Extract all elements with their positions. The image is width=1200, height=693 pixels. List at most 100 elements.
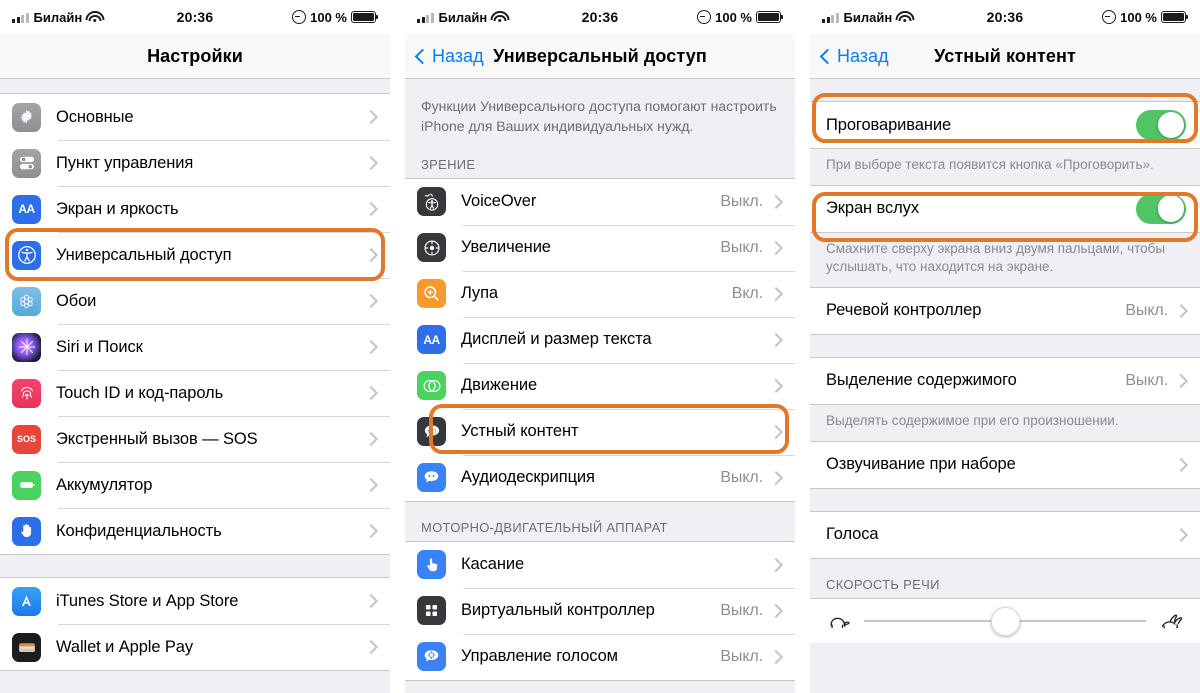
list-item-motion[interactable]: Движение <box>405 362 795 409</box>
sidebar-item-label: Конфиденциальность <box>56 521 222 540</box>
list-item-label: Устный контент <box>461 422 579 441</box>
list-item-typing-feedback[interactable]: Озвучивание при наборе <box>810 441 1200 488</box>
list-item-touch[interactable]: Касание <box>405 541 795 588</box>
back-button[interactable]: Назад <box>819 46 889 67</box>
display-brightness-icon: AA <box>12 194 41 224</box>
chevron-right-icon <box>768 470 784 485</box>
voice-control-icon <box>417 642 446 672</box>
list-item-label: Виртуальный контроллер <box>461 601 655 620</box>
chevron-right-icon <box>1173 527 1189 542</box>
siri-icon <box>12 332 41 362</box>
alarm-lock-icon <box>1102 10 1117 24</box>
list-item-display-text-size[interactable]: AA Дисплей и размер текста <box>405 316 795 363</box>
group-spacer-3a <box>810 334 1200 357</box>
speak-selection-toggle[interactable] <box>1136 110 1186 140</box>
chevron-right-icon <box>768 194 784 209</box>
list-item-speech-controller[interactable]: Речевой контроллер Выкл. <box>810 287 1200 334</box>
motion-icon <box>417 371 446 401</box>
list-item-label: Касание <box>461 555 525 574</box>
highlight-content-group: Выделение содержимого Выкл. <box>810 356 1200 405</box>
svg-text:9□: 9□ <box>428 428 436 435</box>
list-item-magnifier[interactable]: Лупа Вкл. <box>405 270 795 317</box>
list-item-voice-control[interactable]: Управление голосом Выкл. <box>405 633 795 680</box>
panel-accessibility: Билайн 20:36 100 % Назад Универсальный д… <box>405 0 795 693</box>
sidebar-item-label: Touch ID и код-пароль <box>56 383 224 402</box>
sidebar-item-general[interactable]: Основные <box>0 94 390 140</box>
chevron-right-icon <box>363 385 379 401</box>
speech-rate-slider-track[interactable] <box>864 606 1146 636</box>
list-item-label: Движение <box>461 376 538 395</box>
sidebar-item-control-center[interactable]: Пункт управления <box>0 140 390 186</box>
list-item-voices[interactable]: Голоса <box>810 511 1200 558</box>
section-header-speech-rate: СКОРОСТЬ РЕЧИ <box>810 570 1200 598</box>
sidebar-item-label: Пункт управления <box>56 153 194 172</box>
sidebar-item-siri[interactable]: Siri и Поиск <box>0 324 390 370</box>
list-item-audio-description[interactable]: Аудиодескрипция Выкл. <box>405 454 795 501</box>
list-item-spoken-content[interactable]: 9□ Устный контент <box>405 408 795 455</box>
list-item-value: Выкл. <box>720 647 763 665</box>
sidebar-item-label: Обои <box>56 291 97 310</box>
magnifier-icon <box>417 279 446 309</box>
list-item-label: Выделение содержимого <box>826 371 1017 390</box>
alarm-lock-icon <box>292 10 307 24</box>
accessibility-icon <box>12 240 41 270</box>
wallet-icon <box>12 632 41 662</box>
chevron-right-icon <box>768 332 784 347</box>
wifi-icon <box>85 11 105 23</box>
three-panel-screenshot: Билайн 20:36 100 % Настройки Основные Пу… <box>0 0 1200 693</box>
panel-divider-2 <box>795 0 810 693</box>
battery-full-icon <box>756 11 784 23</box>
list-item-label: Дисплей и размер текста <box>461 330 652 349</box>
top-spacer-1 <box>0 79 390 93</box>
carrier-label: Билайн <box>438 9 488 25</box>
zoom-icon <box>417 233 446 263</box>
battery-full-icon <box>1161 11 1189 23</box>
signal-bars-icon <box>822 12 839 23</box>
status-bar-3: Билайн 20:36 100 % <box>810 0 1200 34</box>
footnote-highlight-content: Выделять содержимое при его произношении… <box>810 404 1200 441</box>
hare-icon <box>1158 611 1184 631</box>
list-item-label: Увеличение <box>461 238 551 257</box>
chevron-right-icon <box>1173 303 1189 318</box>
sidebar-item-battery[interactable]: Аккумулятор <box>0 462 390 508</box>
battery-icon <box>12 470 41 500</box>
list-item-switch-control[interactable]: Виртуальный контроллер Выкл. <box>405 587 795 634</box>
group-spacer-3c <box>810 558 1200 571</box>
sidebar-item-itunes-app-store[interactable]: iTunes Store и App Store <box>0 578 390 624</box>
sidebar-item-wallpaper[interactable]: Обои <box>0 278 390 324</box>
chevron-right-icon <box>363 201 379 217</box>
settings-list[interactable]: Основные Пункт управления AA Экран и ярк… <box>0 79 390 693</box>
panel-spoken-content: Билайн 20:36 100 % Назад Устный контент … <box>810 0 1200 693</box>
wallpaper-icon <box>12 286 41 316</box>
speech-rate-slider-knob[interactable] <box>990 606 1020 636</box>
nav-bar-3: Назад Устный контент <box>810 34 1200 79</box>
accessibility-list[interactable]: Функции Универсального доступа помогают … <box>405 79 795 693</box>
wifi-icon <box>895 11 915 23</box>
sidebar-item-touch-id[interactable]: Touch ID и код-пароль <box>0 370 390 416</box>
carrier-label: Билайн <box>33 9 83 25</box>
list-item-label: Экран вслух <box>826 199 919 218</box>
list-item-speak-screen[interactable]: Экран вслух <box>810 185 1200 232</box>
back-button-label: Назад <box>432 45 484 66</box>
list-item-speak-selection[interactable]: Проговаривание <box>810 102 1200 148</box>
list-item-value: Вкл. <box>731 284 763 302</box>
speak-screen-toggle[interactable] <box>1136 193 1186 224</box>
speech-rate-slider-row[interactable] <box>810 597 1200 643</box>
sidebar-item-wallet[interactable]: Wallet и Apple Pay <box>0 624 390 670</box>
alarm-lock-icon <box>697 10 712 24</box>
list-item-value: Выкл. <box>720 468 763 486</box>
list-item-highlight-content[interactable]: Выделение содержимого Выкл. <box>810 357 1200 404</box>
sidebar-item-accessibility[interactable]: Универсальный доступ <box>0 232 390 278</box>
list-item-zoom[interactable]: Увеличение Выкл. <box>405 224 795 271</box>
list-item-voiceover[interactable]: VoiceOver Выкл. <box>405 178 795 225</box>
sidebar-item-display-brightness[interactable]: AA Экран и яркость <box>0 186 390 232</box>
sidebar-item-sos[interactable]: SOS Экстренный вызов — SOS <box>0 416 390 462</box>
sidebar-item-privacy[interactable]: Конфиденциальность <box>0 508 390 554</box>
spoken-content-list[interactable]: Проговаривание При выборе текста появитс… <box>810 79 1200 693</box>
section-header-motor: МОТОРНО-ДВИГАТЕЛЬНЫЙ АППАРАТ <box>405 513 795 541</box>
list-item-value: Выкл. <box>720 238 763 256</box>
chevron-right-icon <box>363 639 379 655</box>
back-button[interactable]: Назад <box>414 45 484 67</box>
toggle-knob <box>1157 195 1185 222</box>
chevron-right-icon <box>363 431 379 447</box>
